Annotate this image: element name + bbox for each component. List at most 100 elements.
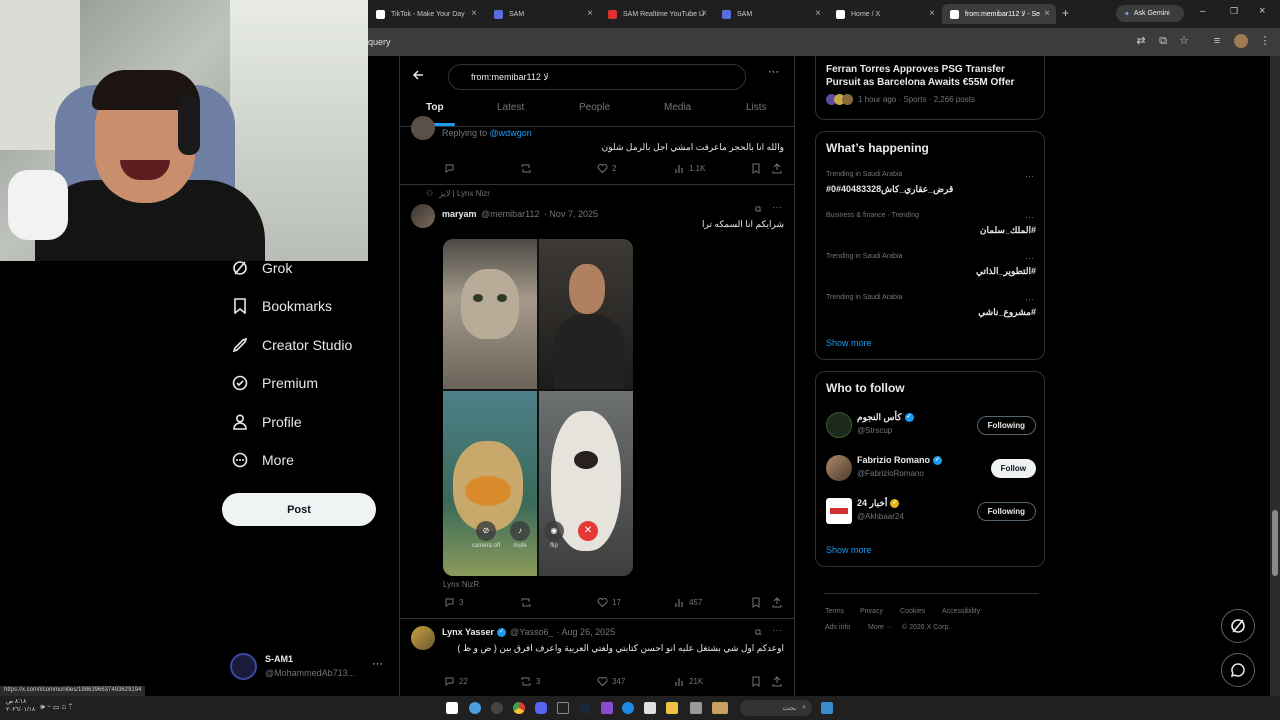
community-label[interactable]: ⚇ لايز | Lynx Nizr: [426, 189, 490, 198]
nav-creator-studio[interactable]: Creator Studio: [232, 337, 352, 353]
camera-off-button[interactable]: ⊘: [476, 521, 496, 541]
reply-button[interactable]: 3: [444, 597, 463, 608]
like-button[interactable]: 17: [597, 597, 621, 608]
tweet-date[interactable]: · Aug 26, 2025: [557, 627, 616, 637]
footer-link-more[interactable]: More ···: [868, 624, 893, 631]
close-icon[interactable]: ×: [929, 8, 935, 19]
taskbar-search[interactable]: بحث ⌕: [740, 700, 812, 716]
start-icon[interactable]: [446, 702, 458, 714]
more-icon[interactable]: ···: [1025, 253, 1034, 263]
reply-mention-link[interactable]: @wdwgon: [490, 128, 532, 138]
flip-button[interactable]: ◉: [544, 521, 564, 541]
mute-button[interactable]: ♪: [510, 521, 530, 541]
retweet-button[interactable]: [520, 597, 536, 608]
reply-button[interactable]: [444, 163, 459, 174]
copilot-icon[interactable]: [469, 702, 481, 714]
more-icon[interactable]: ···: [1025, 171, 1034, 181]
close-icon[interactable]: ×: [587, 8, 593, 19]
nav-bookmarks[interactable]: Bookmarks: [232, 298, 332, 314]
author-handle[interactable]: @Yasso6_: [510, 627, 554, 637]
tab-media[interactable]: Media: [664, 102, 691, 113]
tweet-avatar[interactable]: [411, 204, 435, 228]
retweet-button[interactable]: 3: [520, 676, 540, 687]
author-handle[interactable]: @memibar112: [481, 209, 540, 219]
account-switcher[interactable]: S-AM1 @MohammedAb713... ···: [230, 650, 390, 684]
discord-icon[interactable]: [535, 702, 547, 714]
back-arrow-icon[interactable]: [412, 68, 424, 86]
tweet-avatar[interactable]: [411, 626, 435, 650]
tweet-avatar[interactable]: [411, 116, 435, 140]
widgets-icon[interactable]: [821, 702, 833, 714]
tweet[interactable]: Lynx Yasser ✓ @Yasso6_ · Aug 26, 2025 ⧉ …: [400, 618, 794, 696]
following-button[interactable]: Following: [976, 416, 1036, 435]
nav-profile[interactable]: Profile: [232, 414, 302, 430]
messages-floating-button[interactable]: [1221, 653, 1255, 687]
search-input[interactable]: [448, 64, 746, 90]
notepad-icon[interactable]: [644, 702, 656, 714]
footer-link-privacy[interactable]: Privacy: [860, 608, 883, 615]
follow-suggestion[interactable]: أخبار 24 ✓ @Akhbaar24 Following: [816, 494, 1046, 530]
browser-menu-icon[interactable]: ⋮: [1258, 34, 1272, 48]
more-icon[interactable]: ···: [772, 202, 782, 213]
more-icon[interactable]: ···: [1025, 294, 1034, 304]
ask-gemini-button[interactable]: ✦ Ask Gemini: [1116, 5, 1184, 22]
file-explorer-icon[interactable]: [666, 702, 678, 714]
grok-floating-button[interactable]: [1221, 609, 1255, 643]
trend-item[interactable]: Trending in Saudi Arabia #قرض_عقاري_كاش4…: [816, 168, 1046, 208]
follow-suggestion[interactable]: كأس النجوم ✓ @Strscup Following: [816, 408, 1046, 444]
tweet-date[interactable]: · Nov 7, 2025: [544, 209, 598, 219]
obs-icon[interactable]: [491, 702, 503, 714]
grok-icon[interactable]: ⧉: [755, 204, 761, 215]
install-icon[interactable]: ⧉: [1156, 34, 1170, 48]
restore-icon[interactable]: ❐: [1230, 6, 1238, 17]
post-button[interactable]: Post: [222, 493, 376, 526]
tab-latest[interactable]: Latest: [497, 102, 524, 113]
tab-top[interactable]: Top: [426, 102, 444, 113]
search-options-icon[interactable]: ···: [768, 66, 779, 78]
tweet-media-image[interactable]: ⊘ camera off ♪ mute ◉ flip ✕ end: [443, 239, 633, 576]
app-icon[interactable]: [601, 702, 613, 714]
show-more-link[interactable]: Show more: [826, 338, 872, 348]
views-button[interactable]: 457: [674, 597, 702, 608]
more-icon[interactable]: ···: [372, 658, 383, 670]
browser-tab[interactable]: TikTok - Make Your Day ×: [368, 4, 483, 24]
tweet[interactable]: Replying to @wdwgon والله انا بالحجر ماع…: [400, 116, 794, 184]
like-button[interactable]: 2: [597, 163, 616, 174]
trend-item[interactable]: Trending in Saudi Arabia #التطوير_الذاتي…: [816, 250, 1046, 290]
tweet[interactable]: ⚇ لايز | Lynx Nizr maryam @memibar112 · …: [400, 184, 794, 617]
footer-link-ads-info[interactable]: Ads info: [825, 624, 850, 631]
footer-link-terms[interactable]: Terms: [825, 608, 844, 615]
new-tab-icon[interactable]: +: [1062, 6, 1069, 20]
taskbar-clock[interactable]: ٨:١٨ ص ٢٠٢٦/٠١/١٨: [6, 698, 35, 714]
app-icon[interactable]: [712, 702, 728, 714]
following-button[interactable]: Following: [976, 502, 1036, 521]
views-button[interactable]: 1.1K: [674, 163, 705, 174]
scrollbar-track[interactable]: [1270, 56, 1280, 696]
bookmark-button[interactable]: [751, 597, 765, 608]
trend-item[interactable]: Business & finance · Trending #الملك_سلم…: [816, 209, 1046, 249]
nav-more[interactable]: More: [232, 452, 294, 468]
footer-link-cookies[interactable]: Cookies: [900, 608, 925, 615]
bookmark-button[interactable]: [751, 676, 765, 687]
like-button[interactable]: 347: [597, 676, 625, 687]
end-call-button[interactable]: ✕: [578, 521, 598, 541]
browser-tab[interactable]: SAM Realtime YouTube Li ×: [600, 4, 713, 24]
tab-people[interactable]: People: [579, 102, 610, 113]
browser-tab[interactable]: SAM ×: [714, 4, 827, 24]
reply-button[interactable]: 22: [444, 676, 468, 687]
close-icon[interactable]: ×: [701, 8, 707, 19]
star-icon[interactable]: ☆: [1177, 34, 1191, 48]
chrome-icon[interactable]: [513, 702, 525, 714]
author-name[interactable]: maryam: [442, 209, 477, 219]
minimize-icon[interactable]: –: [1200, 6, 1206, 17]
close-icon[interactable]: ×: [1044, 8, 1050, 19]
edge-icon[interactable]: [622, 702, 634, 714]
bookmark-button[interactable]: [751, 163, 765, 174]
window-close-icon[interactable]: ×: [1259, 5, 1265, 17]
close-icon[interactable]: ×: [815, 8, 821, 19]
browser-tab[interactable]: Home / X ×: [828, 4, 941, 24]
tab-lists[interactable]: Lists: [746, 102, 767, 113]
share-button[interactable]: [772, 676, 786, 687]
browser-tab[interactable]: SAM ×: [486, 4, 599, 24]
news-card[interactable]: Ferran Torres Approves PSG Transfer Purs…: [815, 56, 1045, 120]
